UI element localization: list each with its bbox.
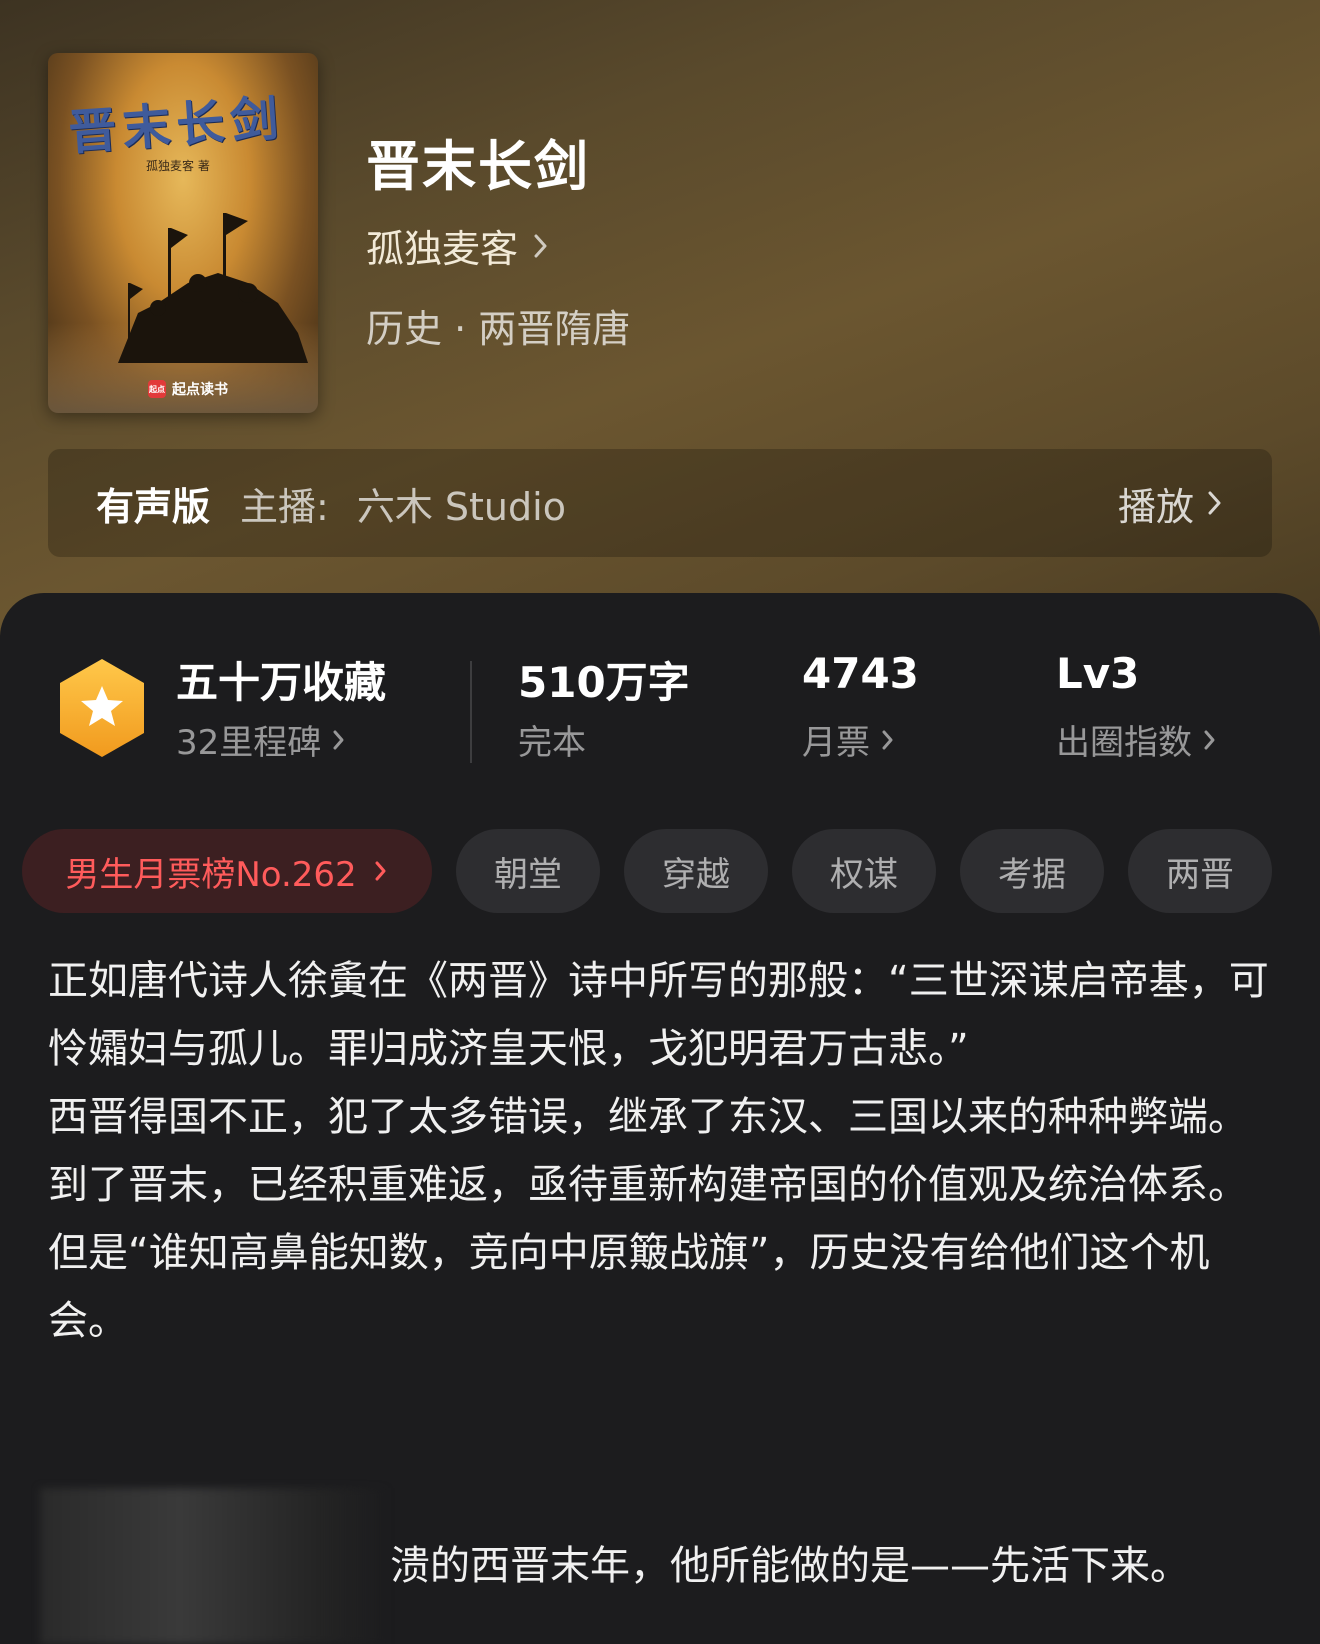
- stats-row: 五十万收藏 32里程碑 510万字 完本 4743 月票 Lv3 出圈指数: [0, 643, 1320, 773]
- tag-chaotang[interactable]: 朝堂: [456, 829, 600, 913]
- play-label: 播放: [1117, 484, 1194, 529]
- ranking-label: 男生月票榜No.262: [65, 854, 357, 895]
- book-cover[interactable]: 晋末长剑 孤独麦客 著 起点 起点读书: [48, 53, 318, 413]
- description-paragraph: 正如唐代诗人徐夤在《两晋》诗中所写的那般：“三世深谋启帝基，可怜孀妇与孤儿。罪归…: [48, 958, 1269, 1072]
- publisher-logo: 起点 起点读书: [148, 379, 228, 399]
- audio-version-bar[interactable]: 有声版 主播: 六木 Studio 播放: [48, 449, 1272, 557]
- collect-count: 五十万收藏: [176, 658, 387, 707]
- chevron-right-icon: [534, 234, 547, 257]
- description-paragraph: 西晋得国不正，犯了太多错误，继承了东汉、三国以来的种种弊端。: [48, 1094, 1248, 1140]
- play-button[interactable]: 播放: [1118, 476, 1224, 531]
- tag-chuanyue[interactable]: 穿越: [624, 829, 768, 913]
- book-genre: 历史 · 两晋隋唐: [366, 307, 631, 351]
- tag-liangjin[interactable]: 两晋: [1128, 829, 1272, 913]
- popularity-level: Lv3: [1056, 649, 1140, 698]
- audio-version-label: 有声版: [96, 484, 211, 529]
- book-description: 正如唐代诗人徐夤在《两晋》诗中所写的那般：“三世深谋启帝基，可怜孀妇与孤儿。罪归…: [48, 947, 1278, 1355]
- chevron-right-icon: [882, 730, 893, 749]
- author-link[interactable]: 孤独麦客: [366, 218, 550, 273]
- author-name: 孤独麦客: [366, 227, 519, 271]
- milestone-label: 32里程碑: [176, 723, 322, 763]
- milestone-link[interactable]: 32里程碑: [176, 715, 347, 764]
- description-paragraph: 到了晋末，已经积重难返，亟待重新构建帝国的价值观及统治体系。: [48, 1162, 1248, 1208]
- monthly-ticket-count: 4743: [802, 649, 919, 698]
- blurred-text-overlay: [40, 1488, 390, 1644]
- completion-status: 完本: [518, 723, 586, 763]
- tag-kaoju[interactable]: 考据: [960, 829, 1104, 913]
- tag-row: 男生月票榜No.262 朝堂 穿越 权谋 考据 两晋: [22, 829, 1272, 913]
- cover-author: 孤独麦客 著: [146, 159, 210, 173]
- publisher-logo-icon: 起点: [148, 380, 166, 398]
- cover-title: 晋末长剑: [66, 90, 287, 162]
- star-badge-icon: [60, 659, 144, 757]
- publisher-name: 起点读书: [172, 382, 228, 398]
- book-header: 晋末长剑 孤独麦客 著 起点 起点读书 晋末长剑 孤独麦客 历史 · 两晋隋唐 …: [0, 0, 1320, 640]
- stats-divider: [470, 661, 472, 763]
- chevron-right-icon: [375, 861, 386, 881]
- chevron-right-icon: [333, 730, 344, 749]
- ranking-tag[interactable]: 男生月票榜No.262: [22, 829, 432, 913]
- audio-host-name: 六木 Studio: [356, 484, 566, 529]
- audio-host-label: 主播:: [240, 484, 329, 529]
- tag-quanmou[interactable]: 权谋: [792, 829, 936, 913]
- book-title: 晋末长剑: [366, 135, 590, 198]
- description-last-line: 溃的西晋末年，他所能做的是——先活下来。: [390, 1543, 1190, 1589]
- monthly-ticket-link[interactable]: 月票: [802, 715, 896, 764]
- monthly-ticket-label: 月票: [802, 723, 870, 763]
- popularity-index-label: 出圈指数: [1056, 723, 1192, 763]
- detail-panel: 五十万收藏 32里程碑 510万字 完本 4743 月票 Lv3 出圈指数 男生: [0, 593, 1320, 1644]
- chevron-right-icon: [1204, 730, 1215, 749]
- description-paragraph: 但是“谁知高鼻能知数，竞向中原簸战旗”，历史没有给他们这个机会。: [48, 1230, 1210, 1344]
- word-count: 510万字: [518, 658, 690, 707]
- popularity-index-link[interactable]: 出圈指数: [1056, 715, 1218, 764]
- chevron-right-icon: [1208, 491, 1221, 515]
